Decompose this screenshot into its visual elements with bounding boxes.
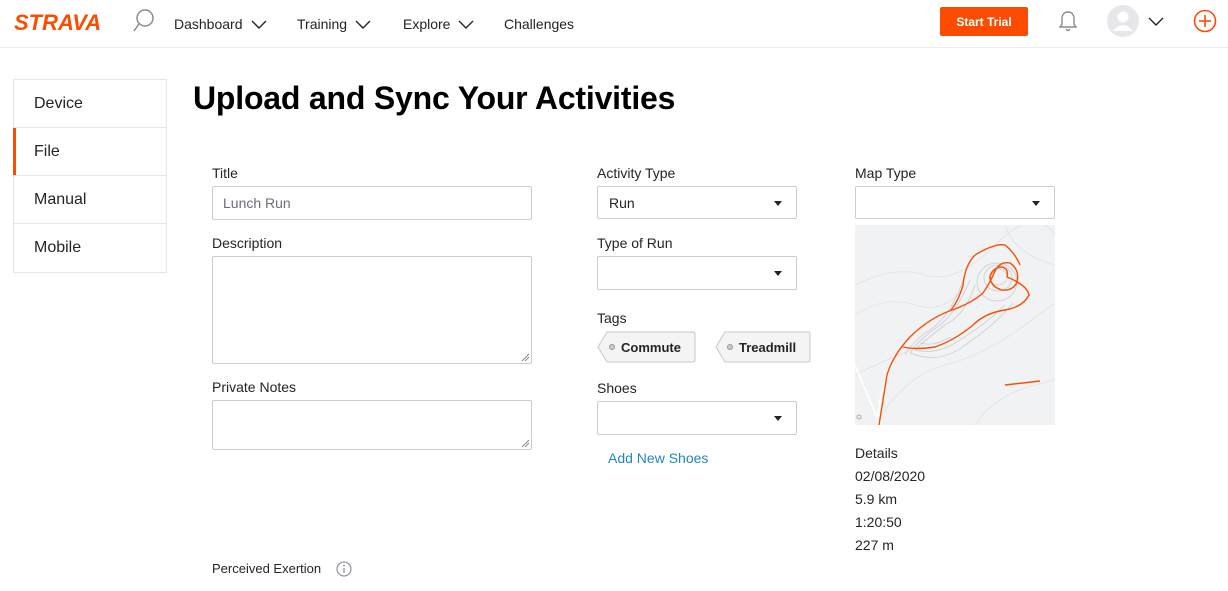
add-new-shoes-link[interactable]: Add New Shoes [608,450,708,466]
nav-training-label: Training [297,16,348,32]
chevron-down-icon [251,20,266,29]
chevron-down-icon [458,20,474,29]
nav-explore-label: Explore [403,16,451,32]
title-label: Title [212,165,238,181]
page-title: Upload and Sync Your Activities [193,80,676,116]
nav-training[interactable]: Training [297,0,371,48]
private-notes-label: Private Notes [212,379,297,395]
sidebar-item-mobile[interactable]: Mobile [14,224,166,272]
title-input[interactable]: Lunch Run [212,186,532,220]
perceived-exertion-label: Perceived Exertion [212,561,322,576]
chevron-down-icon[interactable] [1148,16,1164,26]
user-icon [1113,11,1133,31]
add-circle-icon[interactable] [1193,9,1217,33]
details-elevation: 227 m [855,537,894,553]
type-of-run-select[interactable] [597,256,797,290]
nav-challenges[interactable]: Challenges [504,0,574,48]
tag-commute-label: Commute [621,339,681,355]
caret-down-icon [774,200,782,206]
details-distance: 5.9 km [855,491,898,507]
tag-hole-icon [609,344,615,350]
sidebar-item-file[interactable]: File [13,128,166,176]
tag-treadmill-label: Treadmill [739,339,797,355]
search-icon[interactable] [132,8,156,34]
details-time: 1:20:50 [855,514,902,530]
nav-explore[interactable]: Explore [403,0,474,48]
svg-text:STRAVA: STRAVA [14,10,101,35]
map-type-label: Map Type [855,165,917,181]
shoes-label: Shoes [597,380,637,396]
caret-down-icon [774,271,782,276]
resize-grip-icon[interactable] [521,353,529,361]
private-notes-textarea[interactable] [212,400,532,450]
upload-sidebar: Device File Manual Mobile [13,79,167,273]
activity-type-select[interactable]: Run [597,186,797,219]
avatar[interactable] [1107,5,1139,37]
bell-icon[interactable] [1058,9,1078,33]
resize-grip-icon[interactable] [521,439,529,447]
strava-logo[interactable]: STRAVA [14,9,110,35]
tag-treadmill[interactable]: Treadmill [715,331,811,363]
info-icon[interactable] [336,561,352,577]
details-label: Details [855,445,898,461]
activity-type-label: Activity Type [597,165,676,181]
tag-commute[interactable]: Commute [597,331,696,363]
tag-hole-icon [727,344,733,350]
caret-down-icon [774,416,782,421]
chevron-down-icon [355,20,371,29]
details-date: 02/08/2020 [855,468,926,484]
top-navbar: STRAVA Dashboard Training Explore Challe… [0,0,1228,48]
route-map-image [855,225,1055,425]
description-textarea[interactable] [212,256,532,364]
start-trial-button[interactable]: Start Trial [940,7,1028,36]
map-type-select[interactable] [855,186,1055,219]
caret-down-icon [1032,200,1040,206]
nav-challenges-label: Challenges [504,16,575,32]
route-map[interactable] [855,225,1055,425]
tags-label: Tags [597,310,627,326]
type-of-run-label: Type of Run [597,235,673,251]
activity-type-value: Run [609,194,635,211]
description-label: Description [212,235,283,251]
sidebar-item-device[interactable]: Device [14,80,166,128]
sidebar-item-manual[interactable]: Manual [14,176,166,224]
nav-dashboard[interactable]: Dashboard [174,0,267,48]
nav-dashboard-label: Dashboard [174,16,243,32]
shoes-select[interactable] [597,401,797,435]
